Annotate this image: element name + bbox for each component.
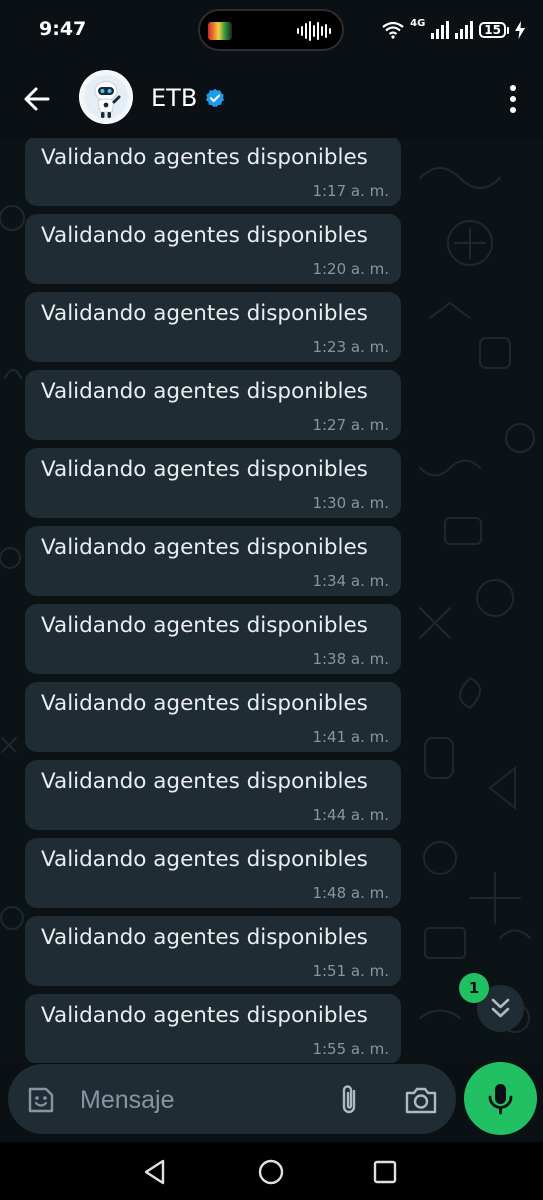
chat-messages-area[interactable]: Validando agentes disponibles 1:17 a. m. V… [0,138,543,1063]
message-composer [8,1064,456,1134]
network-type-label: 4G [410,18,426,29]
verified-badge-icon [206,88,225,108]
message-input[interactable] [78,1078,322,1122]
signal-icon [455,21,474,39]
system-icons: 4G 15 [382,17,525,43]
nav-home-icon[interactable] [257,1158,285,1186]
system-navigation-bar [0,1142,543,1200]
microphone-icon [488,1084,513,1115]
message-bubble[interactable]: Validando agentes disponibles 1:48 a. m. [25,838,401,908]
camera-icon[interactable] [404,1084,438,1116]
more-options-icon[interactable] [503,82,523,116]
message-text: Validando agentes disponibles [41,301,368,326]
chat-header: ETB [0,62,543,138]
message-timestamp: 1:51 a. m. [312,962,389,980]
contact-title[interactable]: ETB [151,84,225,112]
message-text: Validando agentes disponibles [41,847,368,872]
message-bubble[interactable]: Validando agentes disponibles 1:44 a. m. [25,760,401,830]
message-bubble[interactable]: Validando agentes disponibles 1:34 a. m. [25,526,401,596]
message-text: Validando agentes disponibles [41,925,368,950]
battery-icon: 15 [479,22,509,38]
message-bubble[interactable]: Validando agentes disponibles 1:51 a. m. [25,916,401,986]
sticker-icon[interactable] [26,1085,56,1115]
robot-avatar-icon [80,71,132,123]
message-text: Validando agentes disponibles [41,379,368,404]
message-bubble[interactable]: Validando agentes disponibles 1:41 a. m. [25,682,401,752]
charging-icon [515,21,525,39]
message-bubble[interactable]: Validando agentes disponibles 1:27 a. m. [25,370,401,440]
paperclip-icon[interactable] [334,1083,364,1117]
message-bubble[interactable]: Validando agentes disponibles 1:20 a. m. [25,214,401,284]
message-timestamp: 1:48 a. m. [312,884,389,902]
message-text: Validando agentes disponibles [41,613,368,638]
message-bubble[interactable]: Validando agentes disponibles 1:30 a. m. [25,448,401,518]
message-text: Validando agentes disponibles [41,769,368,794]
message-timestamp: 1:44 a. m. [312,806,389,824]
message-timestamp: 1:17 a. m. [312,182,389,200]
dynamic-island[interactable] [198,9,344,51]
app-thumbnail-icon [208,22,232,40]
wifi-icon [382,21,404,39]
message-bubble[interactable]: Validando agentes disponibles 1:38 a. m. [25,604,401,674]
message-text: Validando agentes disponibles [41,457,368,482]
message-timestamp: 1:34 a. m. [312,572,389,590]
signal-icon [431,21,450,39]
message-bubble[interactable]: Validando agentes disponibles 1:17 a. m. [25,138,401,206]
contact-avatar[interactable] [79,70,133,124]
audio-wave-icon [297,21,331,41]
message-timestamp: 1:20 a. m. [312,260,389,278]
unread-count-badge: 1 [459,973,489,1003]
message-bubble[interactable]: Validando agentes disponibles 1:55 a. m. [25,994,401,1063]
status-bar: 9:47 4G 15 [0,0,543,62]
battery-level: 15 [479,22,506,38]
voice-message-button[interactable] [464,1062,537,1135]
message-timestamp: 1:55 a. m. [312,1040,389,1058]
back-arrow-icon[interactable] [20,82,54,116]
contact-name: ETB [151,84,198,112]
message-text: Validando agentes disponibles [41,145,368,170]
nav-recent-apps-icon[interactable] [372,1159,398,1185]
message-text: Validando agentes disponibles [41,691,368,716]
message-timestamp: 1:30 a. m. [312,494,389,512]
message-timestamp: 1:23 a. m. [312,338,389,356]
nav-back-icon[interactable] [141,1158,169,1186]
status-time: 9:47 [39,18,87,40]
message-text: Validando agentes disponibles [41,223,368,248]
message-text: Validando agentes disponibles [41,1003,368,1028]
message-timestamp: 1:38 a. m. [312,650,389,668]
message-timestamp: 1:27 a. m. [312,416,389,434]
message-timestamp: 1:41 a. m. [312,728,389,746]
message-text: Validando agentes disponibles [41,535,368,560]
message-bubble[interactable]: Validando agentes disponibles 1:23 a. m. [25,292,401,362]
